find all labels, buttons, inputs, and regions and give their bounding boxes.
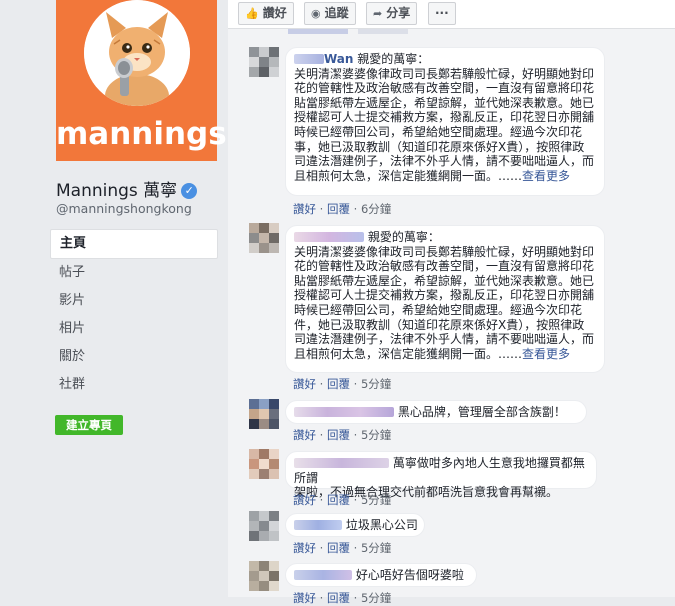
like-icon: 👍 bbox=[245, 7, 259, 20]
share-icon: ➦ bbox=[373, 7, 383, 20]
comment-line: 司違法潛建例子，法律不外乎人情，請不要咄咄逼人，而 bbox=[294, 154, 595, 169]
cat-logo-icon bbox=[84, 0, 190, 106]
comment-bubble: 好心唔好告個呀婆啦 bbox=[285, 563, 477, 587]
comment-time[interactable]: 5分鐘 bbox=[361, 428, 391, 442]
comment-line: 花的管轄性及政治敏感有改善空間，一直沒有留意將印花 bbox=[294, 81, 595, 96]
blurred-name[interactable] bbox=[294, 232, 364, 242]
comment-text: 垃圾黑心公司 bbox=[345, 518, 418, 532]
avatar[interactable] bbox=[249, 47, 279, 77]
comment-like-link[interactable]: 讚好 bbox=[293, 428, 316, 442]
comment-line: 花的管轄性及政治敏感有改善空間，一直沒有留意將印花 bbox=[294, 259, 595, 274]
comment-like-link[interactable]: 讚好 bbox=[293, 591, 316, 605]
comment-reply-link[interactable]: 回覆 bbox=[327, 493, 350, 507]
rss-icon: ◉ bbox=[311, 7, 321, 20]
comment-reply-link[interactable]: 回覆 bbox=[327, 428, 350, 442]
page-nav: 主頁 帖子 影片 相片 關於 社群 bbox=[50, 229, 218, 399]
comment-line: 授權認可人士提交補救方案，撥亂反正，印花翌日亦開舖 bbox=[294, 288, 595, 303]
comment-time[interactable]: 5分鐘 bbox=[361, 493, 391, 507]
comment-like-link[interactable]: 讚好 bbox=[293, 377, 316, 391]
comment-text: 好心唔好告個呀婆啦 bbox=[355, 568, 464, 582]
see-more-link[interactable]: 查看更多 bbox=[522, 347, 570, 361]
avatar[interactable] bbox=[249, 511, 279, 541]
share-label: 分享 bbox=[386, 6, 411, 20]
comment-bubble: Wan 親愛的萬寧： 关明清潔婆婆像律政司司長鄭若驊般忙碌，好明顯她對印 花的管… bbox=[285, 47, 605, 196]
follow-button[interactable]: ◉ 追蹤 bbox=[304, 2, 356, 25]
comment-meta: 讚好 · 回覆 · 6分鐘 bbox=[293, 202, 392, 216]
comment-like-link[interactable]: 讚好 bbox=[293, 493, 316, 507]
comment-line: 時候已經帶回公司，希望給她空間處理。經過今次印花 bbox=[294, 302, 583, 317]
comment-meta: 讚好 · 回覆 · 5分鐘 bbox=[293, 591, 392, 605]
comment-bubble: 萬寧做咁多內地人生意我地攞買都無所謂 架啦，不過無合理交代前都唔洗旨意我會再幫襯… bbox=[285, 451, 597, 499]
comment-meta: 讚好 · 回覆 · 5分鐘 bbox=[293, 493, 392, 507]
comment-meta: 讚好 · 回覆 · 5分鐘 bbox=[293, 428, 392, 442]
avatar[interactable] bbox=[249, 223, 279, 253]
comment-line: 時候已經帶回公司，希望給她空間處理。經過今次印花 bbox=[294, 124, 583, 139]
comment-bubble: 親愛的萬寧： 关明清潔婆婆像律政司司長鄭若驊般忙碌，好明顯她對印 花的管轄性及政… bbox=[285, 225, 605, 373]
nav-item-videos[interactable]: 影片 bbox=[50, 287, 218, 315]
blurred-name[interactable] bbox=[294, 520, 342, 530]
comment-author[interactable]: Wan bbox=[324, 52, 353, 66]
avatar[interactable] bbox=[249, 399, 279, 429]
comment-reply-link[interactable]: 回覆 bbox=[327, 202, 350, 216]
clipped-comment-fragment bbox=[288, 29, 438, 36]
blurred-name[interactable] bbox=[294, 570, 352, 580]
like-page-label: 讚好 bbox=[262, 6, 287, 20]
comment-line: 親愛的萬寧： bbox=[357, 52, 430, 66]
comment-time[interactable]: 6分鐘 bbox=[361, 202, 391, 216]
comment-reply-link[interactable]: 回覆 bbox=[327, 591, 350, 605]
nav-item-posts[interactable]: 帖子 bbox=[50, 259, 218, 287]
share-button[interactable]: ➦ 分享 bbox=[366, 2, 418, 25]
blurred-name[interactable] bbox=[294, 458, 389, 468]
see-more-link[interactable]: 查看更多 bbox=[522, 169, 570, 183]
comment-like-link[interactable]: 讚好 bbox=[293, 541, 316, 555]
nav-item-home[interactable]: 主頁 bbox=[50, 229, 218, 259]
comment-line: 件，她已汲取教訓（知道印花原來係好X貴），按照律政 bbox=[294, 317, 585, 332]
comment-time[interactable]: 5分鐘 bbox=[361, 377, 391, 391]
nav-item-photos[interactable]: 相片 bbox=[50, 315, 218, 343]
comment-line: 親愛的萬寧： bbox=[367, 230, 440, 244]
comment-line: 关明清潔婆婆像律政司司長鄭若驊般忙碌，好明顯她對印 bbox=[294, 66, 595, 81]
comment-line: 授權認可人士提交補救方案，撥亂反正，印花翌日亦開舖 bbox=[294, 110, 595, 125]
page-sidebar: mannings Mannings 萬寧 ✓ @manningshongkong … bbox=[0, 0, 228, 597]
blurred-name bbox=[294, 54, 324, 64]
comment-meta: 讚好 · 回覆 · 5分鐘 bbox=[293, 377, 392, 391]
comment-reply-link[interactable]: 回覆 bbox=[327, 541, 350, 555]
ellipsis: …… bbox=[498, 346, 523, 361]
page-title[interactable]: Mannings 萬寧 ✓ bbox=[56, 176, 198, 201]
follow-label: 追蹤 bbox=[324, 6, 349, 20]
create-page-button[interactable]: 建立專頁 bbox=[55, 415, 123, 435]
page-handle: @manningshongkong bbox=[56, 201, 192, 216]
comment-time[interactable]: 5分鐘 bbox=[361, 591, 391, 605]
comment-bubble: 垃圾黑心公司 bbox=[285, 513, 425, 537]
comment-time[interactable]: 5分鐘 bbox=[361, 541, 391, 555]
avatar[interactable] bbox=[249, 561, 279, 591]
comment-meta: 讚好 · 回覆 · 5分鐘 bbox=[293, 541, 392, 555]
verified-icon: ✓ bbox=[181, 183, 198, 199]
nav-item-community[interactable]: 社群 bbox=[50, 371, 218, 399]
comment-line: 且相煎何太急，深信定能獲網開一面。 bbox=[294, 346, 499, 361]
blurred-name[interactable] bbox=[294, 407, 394, 417]
comment-line: 貼當膠紙帶左遞屋企，希望諒解，並代她深表歉意。她已 bbox=[294, 273, 595, 288]
ellipsis: …… bbox=[498, 168, 523, 183]
nav-item-about[interactable]: 關於 bbox=[50, 343, 218, 371]
page-action-bar: 👍 讚好 ◉ 追蹤 ➦ 分享 ··· bbox=[228, 0, 675, 29]
like-page-button[interactable]: 👍 讚好 bbox=[238, 2, 294, 25]
more-options-button[interactable]: ··· bbox=[428, 2, 456, 25]
avatar[interactable] bbox=[249, 449, 279, 479]
comment-line: 事，她已汲取教訓（知道印花原來係好X貴），按照律政 bbox=[294, 139, 585, 154]
comment-reply-link[interactable]: 回覆 bbox=[327, 377, 350, 391]
comment-line: 且相煎何太急，深信定能獲網開一面。 bbox=[294, 168, 499, 183]
comment-bubble: 黑心品牌，管理層全部含族劏！ bbox=[285, 400, 587, 424]
logo-wordmark: mannings bbox=[56, 116, 227, 152]
comment-line: 司違法潛建例子，法律不外乎人情，請不要咄咄逼人，而 bbox=[294, 332, 595, 347]
comment-like-link[interactable]: 讚好 bbox=[293, 202, 316, 216]
comment-line: 貼當膠紙帶左遞屋企，希望諒解，並代她深表歉意。她已 bbox=[294, 95, 595, 110]
comment-text: 黑心品牌，管理層全部含族劏！ bbox=[397, 405, 566, 419]
page-name-text: Mannings 萬寧 bbox=[56, 181, 178, 201]
page-profile-logo[interactable]: mannings bbox=[56, 0, 227, 161]
comment-line: 关明清潔婆婆像律政司司長鄭若驊般忙碌，好明顯她對印 bbox=[294, 244, 595, 259]
